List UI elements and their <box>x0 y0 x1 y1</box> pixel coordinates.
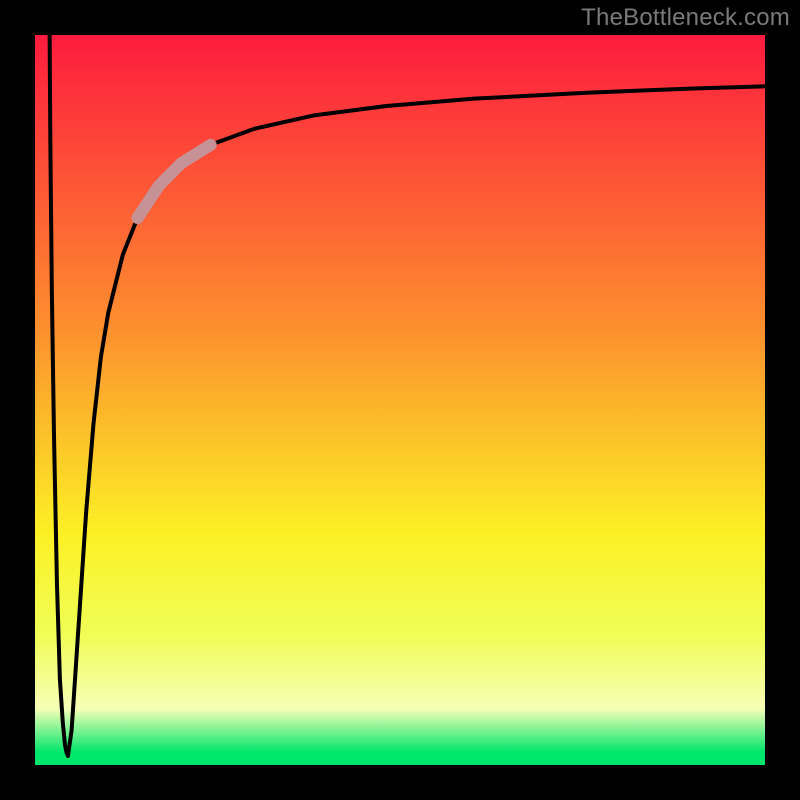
source-watermark: TheBottleneck.com <box>581 4 790 32</box>
chart-svg <box>0 0 800 800</box>
bottleneck-chart: TheBottleneck.com <box>0 0 800 800</box>
plot-background <box>35 35 767 767</box>
